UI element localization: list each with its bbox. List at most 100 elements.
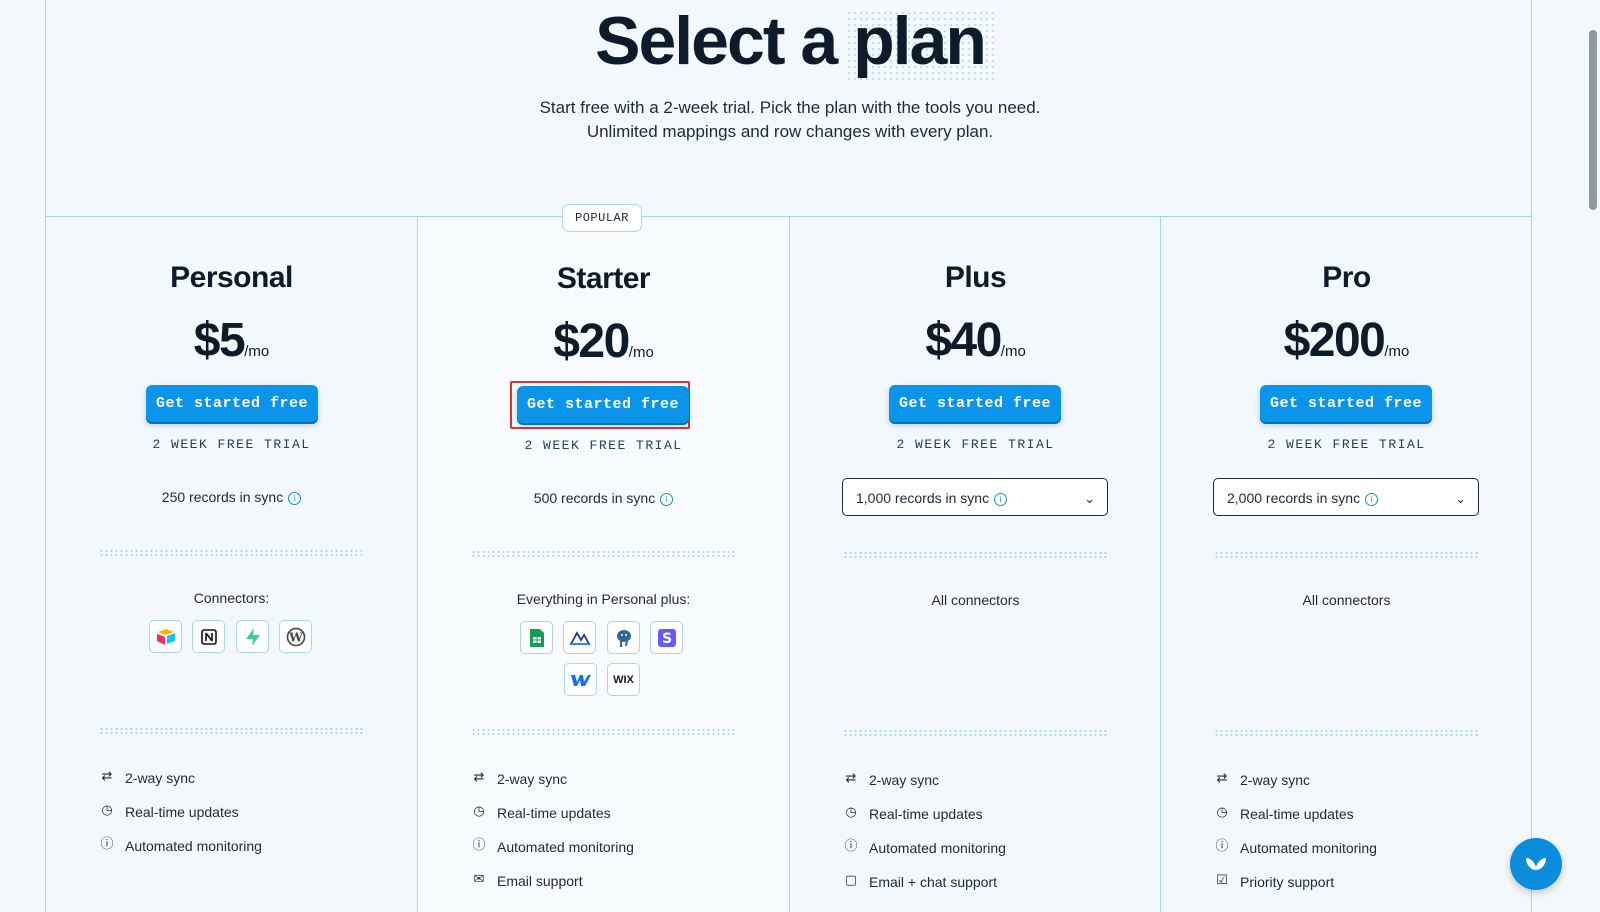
price-amount: $20 (553, 315, 630, 368)
plan-price: $5/mo (46, 313, 417, 368)
stripe-icon: S (650, 621, 683, 654)
records-text: 500 records in sync (533, 490, 656, 506)
supabase-icon (236, 620, 269, 653)
dotted-divider (99, 727, 365, 735)
postgres-icon (607, 621, 640, 654)
plan-card-personal: Personal $5/mo Get started free 2 WEEK F… (46, 217, 417, 912)
scrollbar-thumb[interactable] (1589, 30, 1597, 210)
get-started-button[interactable]: Get started free (1260, 385, 1432, 422)
airtable-icon (149, 620, 182, 653)
notion-icon (192, 620, 225, 653)
clock-icon: ◷ (101, 803, 113, 818)
feature-label: Automated monitoring (869, 840, 1006, 856)
clock-icon: ◷ (1216, 805, 1228, 820)
feature-label: Real-time updates (125, 804, 239, 820)
metabase-icon (563, 621, 596, 654)
plan-price: $20/mo (418, 314, 789, 369)
popular-badge: POPULAR (562, 204, 642, 232)
plan-name: Pro (1322, 261, 1371, 294)
feature-label: Automated monitoring (125, 838, 262, 854)
records-select-value: 1,000 records in sync (856, 490, 990, 506)
page-title-part1: Select a (595, 3, 838, 79)
svg-text:W: W (288, 630, 303, 644)
trial-note: 2 WEEK FREE TRIAL (1267, 437, 1426, 452)
chat-check-icon: ☑ (1216, 873, 1228, 888)
alert-circle-icon: ⓘ (844, 839, 858, 854)
plan-card-plus: Plus $40/mo Get started free 2 WEEK FREE… (789, 217, 1161, 912)
plan-price: $40/mo (790, 313, 1161, 368)
feature-label: 2-way sync (1240, 772, 1311, 788)
alert-circle-icon: ⓘ (472, 838, 486, 853)
dotted-divider (99, 549, 365, 557)
feature-label: Automated monitoring (497, 839, 634, 855)
price-amount: $5 (193, 314, 246, 367)
records-select-value: 2,000 records in sync (1227, 490, 1361, 506)
chat-widget-icon[interactable] (1510, 838, 1562, 890)
feature-label: Real-time updates (1240, 806, 1354, 822)
price-period: /mo (1000, 343, 1026, 360)
records-select[interactable]: 1,000 records in sync i ⌄ (842, 478, 1108, 516)
svg-text:S: S (661, 631, 671, 647)
dotted-divider (1214, 729, 1480, 737)
connectors-label: All connectors (931, 592, 1020, 608)
feature-label: 2-way sync (497, 771, 568, 787)
wix-icon: WIX (607, 663, 640, 696)
records-select[interactable]: 2,000 records in sync i ⌄ (1213, 478, 1479, 516)
page-title-part2: plan (853, 3, 987, 79)
price-period: /mo (244, 343, 270, 360)
scrollbar[interactable] (1586, 0, 1600, 912)
dotted-divider (471, 550, 737, 558)
feature-label: Email support (497, 873, 583, 889)
alert-circle-icon: ⓘ (1215, 839, 1229, 854)
wordpress-icon: W (279, 620, 312, 653)
arrows-swap-icon: ⇄ (101, 769, 113, 784)
trial-note: 2 WEEK FREE TRIAL (896, 437, 1055, 452)
dotted-divider (843, 729, 1109, 737)
plan-card-starter: Starter $20/mo Get started free 2 WEEK F… (417, 217, 789, 912)
records-text: 250 records in sync (161, 489, 284, 505)
info-icon[interactable]: i (660, 492, 674, 506)
feature-label: Priority support (1240, 874, 1335, 890)
connectors-label: Connectors: (193, 590, 270, 606)
chevron-down-icon: ⌄ (1455, 491, 1466, 506)
plan-name: Starter (556, 262, 651, 295)
clock-icon: ◷ (473, 804, 485, 819)
subtitle-line-2: Unlimited mappings and row changes with … (586, 122, 994, 141)
page-title: Select a plan (0, 2, 1580, 80)
feature-label: Real-time updates (497, 805, 611, 821)
mail-icon: ✉ (473, 872, 485, 887)
clock-icon: ◷ (845, 805, 857, 820)
alert-circle-icon: ⓘ (100, 837, 114, 852)
price-amount: $40 (925, 314, 1002, 367)
trial-note: 2 WEEK FREE TRIAL (524, 438, 683, 453)
info-icon[interactable]: i (994, 492, 1008, 506)
arrows-swap-icon: ⇄ (473, 770, 485, 785)
subtitle-line-1: Start free with a 2-week trial. Pick the… (539, 98, 1041, 117)
dotted-divider (471, 728, 737, 736)
arrows-swap-icon: ⇄ (1216, 771, 1228, 786)
get-started-button[interactable]: Get started free (889, 385, 1061, 422)
dotted-divider (1214, 551, 1480, 559)
trial-note: 2 WEEK FREE TRIAL (152, 437, 311, 452)
get-started-button[interactable]: Get started free (146, 385, 318, 422)
get-started-button[interactable]: Get started free (517, 386, 689, 423)
dotted-divider (843, 551, 1109, 559)
records-label: 500 records in sync i (418, 490, 789, 506)
feature-label: 2-way sync (869, 772, 940, 788)
feature-label: 2-way sync (125, 770, 196, 786)
connectors-label: Everything in Personal plus: (516, 591, 691, 607)
feature-label: Email + chat support (869, 874, 998, 890)
connectors-label: All connectors (1302, 592, 1391, 608)
plan-card-pro: Pro $200/mo Get started free 2 WEEK FREE… (1160, 217, 1532, 912)
feature-label: Automated monitoring (1240, 840, 1377, 856)
plan-price: $200/mo (1161, 313, 1532, 368)
plan-name: Personal (170, 261, 293, 294)
feature-label: Real-time updates (869, 806, 983, 822)
webflow-icon (564, 663, 597, 696)
google-sheets-icon (520, 621, 553, 654)
price-period: /mo (628, 344, 654, 361)
info-icon[interactable]: i (288, 491, 302, 505)
records-label: 250 records in sync i (46, 489, 417, 505)
info-icon[interactable]: i (1365, 492, 1379, 506)
price-amount: $200 (1283, 314, 1386, 367)
